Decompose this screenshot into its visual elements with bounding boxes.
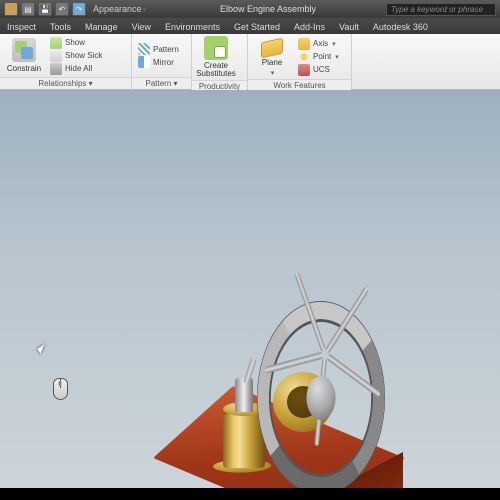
title-bar: ▤ 💾 ↶ ↷ Appearance Elbow Engine Assembly… [0,0,500,18]
panel-pattern-label[interactable]: Pattern ▾ [132,77,191,89]
bottom-strip [0,488,500,500]
hide-all-icon [50,63,62,75]
hide-all-button[interactable]: Hide All [48,63,104,75]
tab-view[interactable]: View [125,20,158,34]
point-button[interactable]: Point [296,51,341,63]
flywheel-hub [305,373,338,423]
quick-access-toolbar: ▤ 💾 ↶ ↷ Appearance [0,2,150,16]
flywheel-spoke [325,286,369,354]
plane-button[interactable]: Plane [252,36,292,77]
model-piston [235,378,253,412]
mirror-button[interactable]: Mirror [136,56,181,68]
axis-icon [298,38,310,50]
ribbon-tabs: Inspect Tools Manage View Environments G… [0,18,500,34]
show-sick-button[interactable]: Show Sick [48,50,104,62]
show-button[interactable]: Show [48,37,104,49]
qat-save-icon[interactable]: 💾 [38,2,52,16]
point-icon [298,51,310,63]
panel-relationships-label[interactable]: Relationships ▾ [0,77,131,89]
panel-pattern: Pattern Mirror Pattern ▾ [132,34,192,89]
constrain-label: Constrain [7,64,41,73]
show-icon [50,37,62,49]
constrain-icon [12,38,36,62]
create-substitutes-button[interactable]: Create Substitutes [196,36,236,78]
tab-manage[interactable]: Manage [78,20,125,34]
qat-open-icon[interactable]: ▤ [21,2,35,16]
ucs-icon [298,64,310,76]
panel-relationships: Constrain Show Show Sick Hide All Relati… [0,34,132,89]
show-sick-icon [50,50,62,62]
mirror-icon [138,56,150,68]
tab-environments[interactable]: Environments [158,20,227,34]
tab-get-started[interactable]: Get Started [227,20,287,34]
panel-work-features: Plane Axis Point UCS Work Features [248,34,352,89]
flywheel-spoke [265,352,323,374]
ribbon: Constrain Show Show Sick Hide All Relati… [0,34,500,90]
create-substitutes-label: Create Substitutes [196,62,236,78]
document-title: Elbow Engine Assembly [150,4,386,14]
pattern-icon [138,43,150,55]
model-connecting-rod [243,358,257,385]
qat-undo-icon[interactable]: ↶ [55,2,69,16]
create-substitutes-icon [204,36,228,60]
flywheel-spoke [294,272,325,353]
axis-button[interactable]: Axis [296,38,341,50]
viewport-3d[interactable] [0,90,500,500]
tab-inspect[interactable]: Inspect [0,20,43,34]
constrain-button[interactable]: Constrain [4,38,44,73]
qat-redo-icon[interactable]: ↷ [72,2,86,16]
tab-tools[interactable]: Tools [43,20,78,34]
plane-icon [261,38,283,59]
cursor-icon [38,346,51,364]
qat-new-icon[interactable] [4,2,18,16]
appearance-dropdown[interactable]: Appearance [93,4,146,14]
search-input[interactable]: Type a keyword or phrase [386,3,496,16]
model-assembly[interactable] [105,220,435,500]
orbit-indicator-icon [48,378,72,408]
tab-autodesk-360[interactable]: Autodesk 360 [366,20,435,34]
tab-vault[interactable]: Vault [332,20,366,34]
pattern-button[interactable]: Pattern [136,43,181,55]
plane-label: Plane [262,58,282,67]
panel-productivity: Create Substitutes Productivity [192,34,248,89]
tab-add-ins[interactable]: Add-Ins [287,20,332,34]
ucs-button[interactable]: UCS [296,64,341,76]
